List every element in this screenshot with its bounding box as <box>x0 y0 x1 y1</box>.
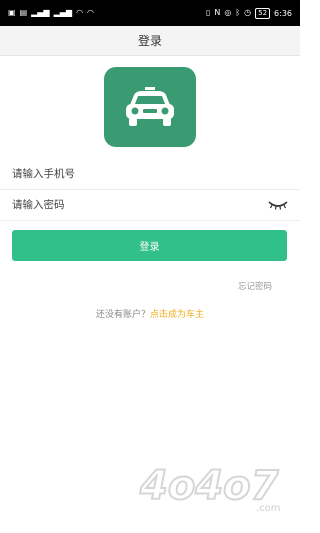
notification-icon: ▣ <box>8 8 16 17</box>
status-bar-right: ▯ N ◎ ᛒ ◷ 52 6:36 <box>205 7 292 19</box>
image-icon: ▤ <box>19 8 28 17</box>
taxi-icon <box>126 87 174 126</box>
status-bar: ▣ ▤ ▂▄▆ ▂▄▆ ◠ ◠ ▯ N ◎ ᛒ ◷ 52 6:36 <box>0 0 300 26</box>
wifi-icon: ◠ <box>76 8 84 17</box>
bluetooth-icon: ᛒ <box>235 8 241 17</box>
forgot-password-link[interactable]: 忘记密码 <box>238 280 272 292</box>
eye-closed-icon[interactable] <box>268 199 288 211</box>
phone-input[interactable] <box>12 167 252 180</box>
svg-text:.com: .com <box>256 503 281 514</box>
status-time: 6:36 <box>274 8 292 18</box>
page-title: 登录 <box>137 34 162 48</box>
title-bar: 登录 <box>0 26 300 56</box>
password-input[interactable] <box>12 198 252 211</box>
login-button[interactable]: 登录 <box>12 230 287 261</box>
clock-icon: ◷ <box>244 8 252 17</box>
battery-icon: 52 <box>255 7 271 19</box>
app-logo <box>104 67 196 147</box>
alarm-icon: ◎ <box>224 8 232 17</box>
wifi-icon: ◠ <box>87 8 95 17</box>
register-row: 还没有账户？点击成为车主 <box>0 307 300 320</box>
vibrate-icon: ▯ <box>205 8 211 17</box>
register-link[interactable]: 点击成为车主 <box>150 310 204 320</box>
signal-icon: ▂▄▆ <box>31 8 50 17</box>
signal-icon: ▂▄▆ <box>53 8 73 17</box>
register-question: 还没有账户？ <box>95 310 150 320</box>
watermark-logo: 4o4o7 .com <box>138 462 281 514</box>
nfc-icon: N <box>214 8 221 17</box>
password-field[interactable] <box>0 189 300 221</box>
phone-field[interactable] <box>0 158 300 190</box>
status-bar-left: ▣ ▤ ▂▄▆ ▂▄▆ ◠ ◠ <box>8 9 94 17</box>
